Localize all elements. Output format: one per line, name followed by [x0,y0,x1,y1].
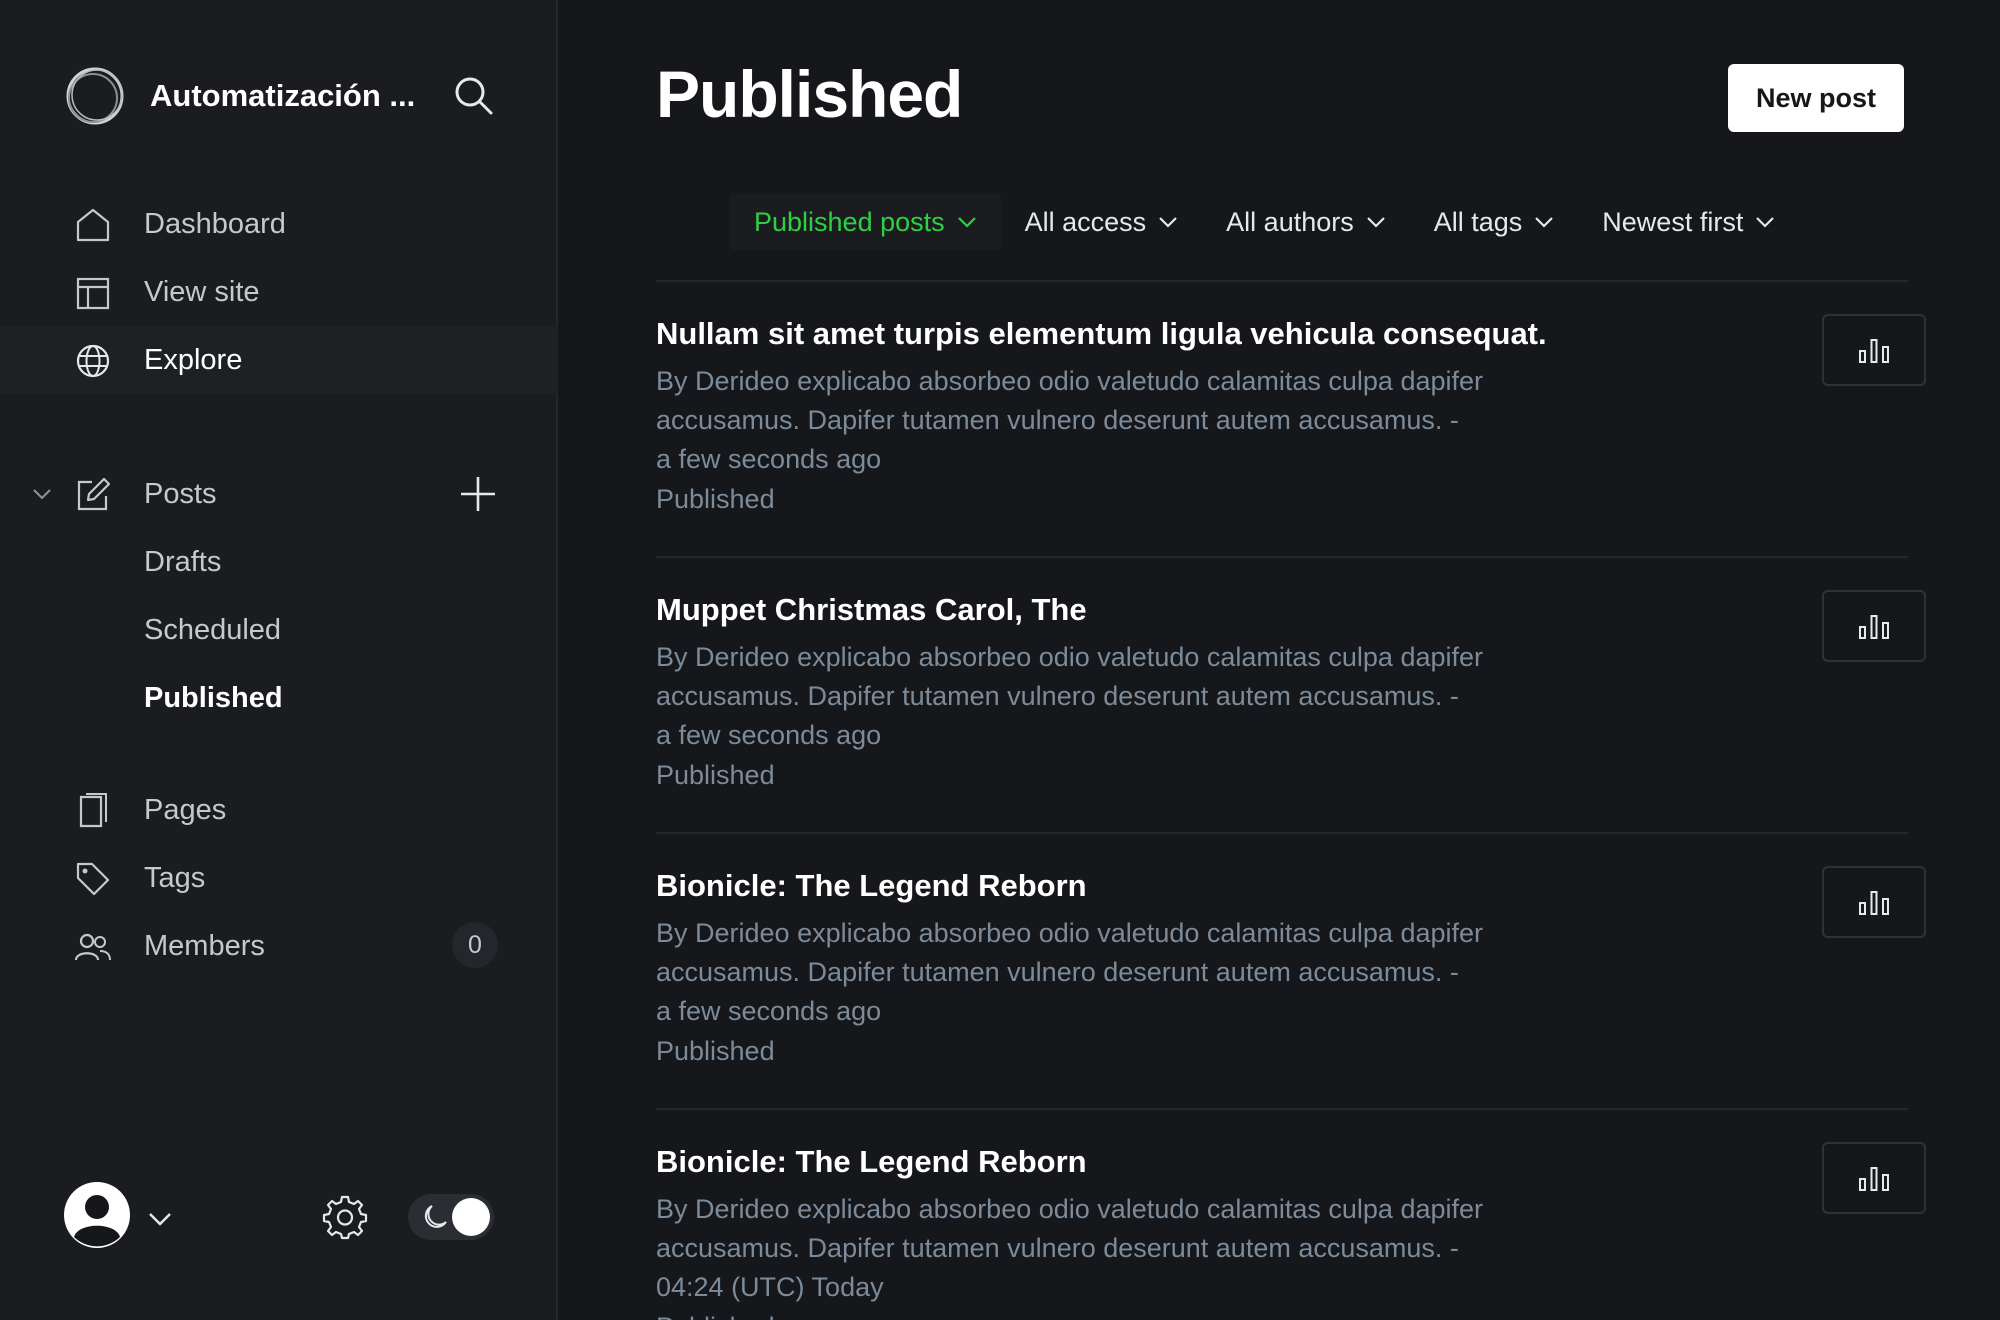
filter-label: Published posts [754,206,945,237]
chevron-down-icon [1535,217,1554,228]
bar-chart-icon [1859,615,1889,639]
post-status: Published [656,484,775,514]
filter-sort[interactable]: Newest first [1578,194,1799,250]
nav-view-site[interactable]: View site [0,258,558,326]
post-meta: By Derideo explicabo absorbeo odio valet… [656,914,1556,1031]
layout-icon [76,277,110,310]
nav-label: Posts [144,477,217,510]
post-time: a few seconds ago [656,996,882,1026]
nav-pages[interactable]: Pages [0,776,558,844]
bar-chart-icon [1859,339,1889,363]
page-title: Published [656,57,963,131]
post-byline: By Derideo explicabo absorbeo odio valet… [656,918,1484,987]
post-analytics-button[interactable] [1822,590,1926,662]
post-title: Bionicle: The Legend Reborn [656,868,1087,903]
filter-bar: Published posts All access All authors A… [730,194,1799,250]
filter-label: Newest first [1602,206,1744,237]
post-status: Published [656,1036,775,1066]
post-row[interactable]: Bionicle: The Legend Reborn By Derideo e… [656,1108,1926,1320]
post-meta: By Derideo explicabo absorbeo odio valet… [656,362,1556,479]
nav-label: Members [144,929,265,962]
nav-scheduled[interactable]: Scheduled [0,596,558,664]
filter-authors[interactable]: All authors [1202,194,1410,250]
chevron-down-icon [957,217,976,228]
site-brand[interactable]: Automatización ... [64,64,420,128]
filter-label: All access [1024,206,1147,237]
post-time: a few seconds ago [656,444,882,474]
filter-tags[interactable]: All tags [1410,194,1579,250]
chevron-down-icon [1159,217,1177,228]
chevron-down-icon[interactable] [146,1206,174,1230]
edit-icon [77,477,111,511]
post-time: a few seconds ago [656,720,882,750]
post-title: Muppet Christmas Carol, The [656,592,1087,627]
nav-drafts[interactable]: Drafts [0,528,558,596]
gear-icon[interactable] [322,1194,368,1240]
bar-chart-icon [1859,891,1889,915]
post-byline: By Derideo explicabo absorbeo odio valet… [656,1194,1484,1263]
sidebar: Automatización ... Dashboard View site E… [0,0,558,1320]
filter-label: All tags [1433,206,1523,237]
post-analytics-button[interactable] [1822,866,1926,938]
dark-mode-toggle[interactable] [408,1194,494,1240]
post-meta: By Derideo explicabo absorbeo odio valet… [656,1190,1556,1307]
post-analytics-button[interactable] [1822,314,1926,386]
post-list: Nullam sit amet turpis elementum ligula … [656,280,1926,1320]
post-time: 04:24 (UTC) Today [656,1272,884,1302]
post-status: Published [656,760,775,790]
nav-label: Drafts [144,545,222,578]
site-title: Automatización ... [150,78,416,113]
bar-chart-icon [1859,1167,1889,1191]
chevron-down-icon [1756,217,1775,228]
app-window: Automatización ... Dashboard View site E… [0,0,2000,1320]
toggle-knob [452,1198,490,1236]
post-byline: By Derideo explicabo absorbeo odio valet… [656,642,1484,711]
post-title: Nullam sit amet turpis elementum ligula … [656,316,1547,351]
nav-published[interactable]: Published [0,664,558,732]
post-title: Bionicle: The Legend Reborn [656,1144,1087,1179]
add-post-icon[interactable] [458,474,498,514]
nav-label: Tags [144,861,206,894]
tag-icon [76,862,110,896]
nav-label: Dashboard [144,207,286,240]
filter-label: All authors [1226,206,1354,237]
members-icon [74,933,111,961]
nav-label: View site [144,275,260,308]
nav-explore[interactable]: Explore [0,326,558,394]
chevron-down-icon [1366,217,1385,228]
nav-dashboard[interactable]: Dashboard [0,190,558,258]
post-analytics-button[interactable] [1822,1142,1926,1214]
new-post-button[interactable]: New post [1728,64,1904,132]
globe-icon [76,344,110,378]
user-avatar-icon[interactable] [64,1182,130,1248]
search-icon[interactable] [452,74,494,116]
post-status: Published [656,1312,775,1320]
post-meta: By Derideo explicabo absorbeo odio valet… [656,638,1556,755]
filter-access[interactable]: All access [1001,194,1203,250]
post-row[interactable]: Bionicle: The Legend Reborn By Derideo e… [656,832,1926,1108]
nav-label: Scheduled [144,613,282,646]
site-logo-icon [66,67,124,125]
nav-tags[interactable]: Tags [0,844,558,912]
main-content: Published New post Published posts All a… [560,0,2000,1320]
post-row[interactable]: Nullam sit amet turpis elementum ligula … [656,280,1926,556]
nav-label: Explore [144,343,243,376]
filter-type[interactable]: Published posts [730,194,1001,250]
nav-label: Published [144,681,283,714]
page-icon [79,793,107,828]
members-count-badge: 0 [452,922,498,968]
home-icon [76,208,110,242]
post-row[interactable]: Muppet Christmas Carol, The By Derideo e… [656,556,1926,832]
nav-label: Pages [144,793,227,826]
post-byline: By Derideo explicabo absorbeo odio valet… [656,366,1484,435]
moon-icon [424,1205,447,1228]
